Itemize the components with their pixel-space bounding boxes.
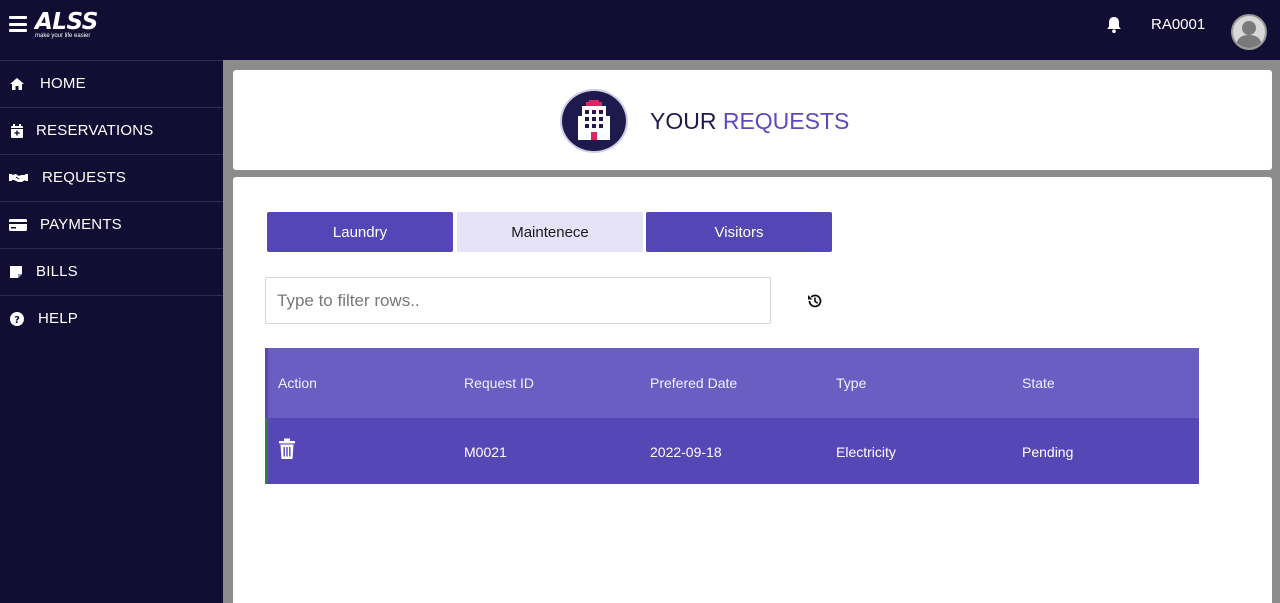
header-badge (560, 89, 628, 153)
cell-request-id: M0021 (464, 444, 507, 460)
requests-panel: Laundry Maintenece Visitors Action Reque… (233, 177, 1272, 603)
bell-icon[interactable] (1106, 16, 1122, 34)
top-bar: ALSS make your life easier RA0001 (0, 0, 1280, 60)
sidebar-item-help[interactable]: ? HELP (0, 295, 223, 342)
user-id-label[interactable]: RA0001 (1151, 16, 1205, 34)
cell-prefered-date: 2022-09-18 (650, 444, 722, 460)
page-title-prefix: YOUR (650, 108, 723, 134)
column-header-prefered-date[interactable]: Prefered Date (650, 375, 737, 391)
page-title-accent: REQUESTS (722, 108, 850, 134)
sticky-note-icon (10, 266, 22, 278)
table-header: Action Request ID Prefered Date Type Sta… (265, 348, 1199, 418)
calendar-plus-icon (11, 124, 23, 138)
column-header-state[interactable]: State (1022, 375, 1055, 391)
cell-type: Electricity (836, 444, 896, 460)
sidebar: HOME RESERVATIONS REQUESTS PAYMENTS BILL… (0, 60, 223, 603)
home-icon (10, 78, 24, 90)
requests-table: Action Request ID Prefered Date Type Sta… (265, 348, 1199, 484)
table-row[interactable]: M0021 2022-09-18 Electricity Pending (265, 418, 1199, 484)
column-header-action[interactable]: Action (278, 375, 317, 391)
building-icon (578, 100, 610, 140)
handshake-icon (9, 174, 28, 182)
filter-input[interactable] (265, 277, 771, 324)
sidebar-item-requests[interactable]: REQUESTS (0, 154, 223, 201)
logo-tagline: make your life easier (35, 33, 91, 39)
svg-text:?: ? (14, 315, 20, 326)
app-logo[interactable]: ALSS make your life easier (35, 11, 115, 40)
cell-state: Pending (1022, 444, 1074, 460)
column-header-type[interactable]: Type (836, 375, 866, 391)
logo-text: ALSS (35, 9, 98, 35)
trash-icon[interactable] (278, 438, 296, 460)
page-title: YOUR REQUESTS (650, 108, 849, 134)
sidebar-item-payments[interactable]: PAYMENTS (0, 201, 223, 248)
tab-laundry[interactable]: Laundry (267, 212, 453, 252)
avatar[interactable] (1231, 14, 1267, 50)
sidebar-item-label: HOME (40, 75, 86, 92)
page-header: YOUR REQUESTS (233, 70, 1272, 170)
sidebar-item-label: PAYMENTS (40, 216, 122, 233)
credit-card-icon (9, 219, 27, 231)
sidebar-item-home[interactable]: HOME (0, 60, 223, 107)
question-circle-icon: ? (10, 312, 24, 326)
sidebar-item-label: BILLS (36, 263, 78, 280)
sidebar-item-bills[interactable]: BILLS (0, 248, 223, 295)
sidebar-item-label: HELP (38, 310, 78, 327)
sidebar-item-reservations[interactable]: RESERVATIONS (0, 107, 223, 154)
sidebar-item-label: REQUESTS (42, 169, 127, 186)
tab-visitors[interactable]: Visitors (646, 212, 832, 252)
history-reset-icon[interactable] (806, 292, 824, 310)
user-silhouette-icon (1236, 21, 1262, 48)
column-header-request-id[interactable]: Request ID (464, 375, 534, 391)
hamburger-menu-icon[interactable] (9, 16, 27, 32)
sidebar-item-label: RESERVATIONS (36, 122, 154, 139)
tab-maintenece[interactable]: Maintenece (457, 212, 643, 252)
